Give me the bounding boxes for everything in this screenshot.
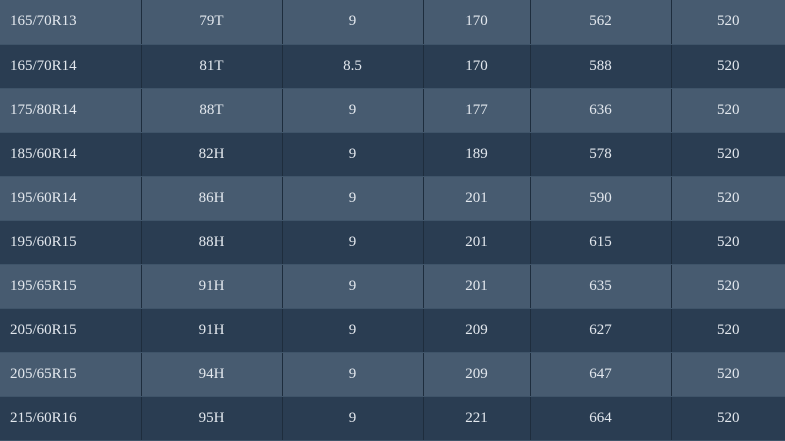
cell-col-5: 635 [530,264,672,309]
table-row: 195/60R14 86H 9 201 590 520 [0,176,785,221]
cell-col-4: 189 [423,132,531,177]
cell-col-5: 615 [530,220,672,265]
cell-col-6: 520 [671,44,785,89]
cell-load-speed-index: 88T [141,88,283,133]
cell-load-speed-index: 82H [141,132,283,177]
cell-col-4: 170 [423,0,531,45]
cell-col-4: 209 [423,308,531,353]
table-row: 165/70R13 79T 9 170 562 520 [0,0,785,45]
table-row: 205/65R15 94H 9 209 647 520 [0,352,785,397]
cell-tire-size: 195/60R15 [0,220,142,265]
cell-col-4: 177 [423,88,531,133]
cell-col-6: 520 [671,396,785,441]
cell-col-3: 9 [282,176,424,221]
cell-col-6: 520 [671,176,785,221]
cell-tire-size: 165/70R13 [0,0,142,45]
table-row: 195/60R15 88H 9 201 615 520 [0,220,785,265]
cell-col-6: 520 [671,132,785,177]
cell-tire-size: 175/80R14 [0,88,142,133]
cell-tire-size: 165/70R14 [0,44,142,89]
cell-col-5: 647 [530,352,672,397]
table-body: 165/70R13 79T 9 170 562 520 165/70R14 81… [0,0,785,441]
cell-col-3: 8.5 [282,44,424,89]
cell-col-6: 520 [671,264,785,309]
cell-tire-size: 215/60R16 [0,396,142,441]
cell-col-3: 9 [282,132,424,177]
cell-col-3: 9 [282,396,424,441]
cell-col-5: 636 [530,88,672,133]
cell-col-3: 9 [282,308,424,353]
table-row: 205/60R15 91H 9 209 627 520 [0,308,785,353]
table-row: 185/60R14 82H 9 189 578 520 [0,132,785,177]
cell-col-4: 209 [423,352,531,397]
cell-col-4: 201 [423,220,531,265]
cell-tire-size: 205/60R15 [0,308,142,353]
cell-load-speed-index: 91H [141,308,283,353]
cell-col-6: 520 [671,220,785,265]
cell-load-speed-index: 81T [141,44,283,89]
cell-load-speed-index: 95H [141,396,283,441]
cell-col-6: 520 [671,352,785,397]
cell-load-speed-index: 86H [141,176,283,221]
cell-col-6: 520 [671,88,785,133]
table-row: 215/60R16 95H 9 221 664 520 [0,396,785,441]
cell-load-speed-index: 91H [141,264,283,309]
cell-col-3: 9 [282,352,424,397]
cell-tire-size: 195/60R14 [0,176,142,221]
cell-col-3: 9 [282,220,424,265]
cell-load-speed-index: 94H [141,352,283,397]
cell-col-5: 627 [530,308,672,353]
cell-tire-size: 205/65R15 [0,352,142,397]
cell-tire-size: 185/60R14 [0,132,142,177]
cell-load-speed-index: 79T [141,0,283,45]
cell-col-3: 9 [282,88,424,133]
tire-spec-table: 165/70R13 79T 9 170 562 520 165/70R14 81… [0,0,785,441]
table-row: 175/80R14 88T 9 177 636 520 [0,88,785,133]
cell-col-4: 221 [423,396,531,441]
cell-col-4: 170 [423,44,531,89]
cell-col-5: 664 [530,396,672,441]
cell-col-6: 520 [671,308,785,353]
cell-col-4: 201 [423,176,531,221]
cell-col-3: 9 [282,0,424,45]
cell-col-5: 562 [530,0,672,45]
cell-col-5: 578 [530,132,672,177]
cell-col-3: 9 [282,264,424,309]
cell-col-6: 520 [671,0,785,45]
cell-col-4: 201 [423,264,531,309]
table-row: 165/70R14 81T 8.5 170 588 520 [0,44,785,89]
cell-tire-size: 195/65R15 [0,264,142,309]
cell-load-speed-index: 88H [141,220,283,265]
cell-col-5: 590 [530,176,672,221]
cell-col-5: 588 [530,44,672,89]
table-row: 195/65R15 91H 9 201 635 520 [0,264,785,309]
